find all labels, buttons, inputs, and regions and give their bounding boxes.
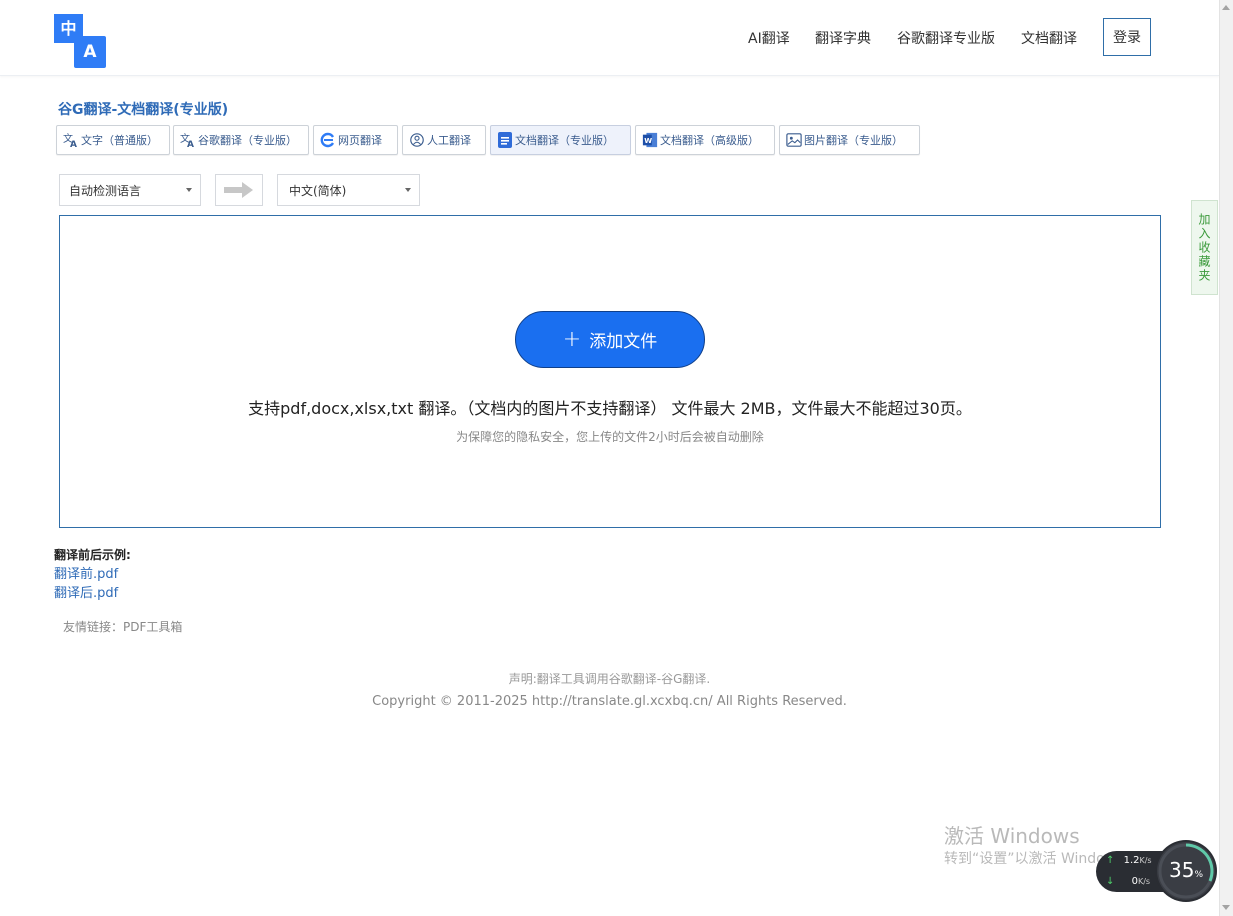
tab-label: 网页翻译 [338,134,382,147]
tab-label: 人工翻译 [427,134,471,147]
tab-doc-advanced[interactable]: W 文档翻译（高级版） [635,125,775,155]
document-icon [497,132,513,148]
translate-icon: 文A [180,132,196,148]
scroll-up-icon[interactable] [1222,5,1230,10]
svg-text:A: A [70,140,77,148]
footer-statement: 声明:翻译工具调用谷歌翻译-谷G翻译. [508,672,711,686]
footer-copyright: Copyright © 2011-2025 http://translate.g… [372,694,847,709]
source-language-select[interactable]: 自动检测语言 [59,174,201,206]
browser-icon [320,132,336,148]
add-to-favorites-tab[interactable]: 加入收藏夹 [1191,200,1218,295]
add-file-button[interactable]: + 添加文件 [515,311,705,368]
windows-activation-title: 激活 Windows [944,824,1080,848]
cpu-gauge-label: 35% [1157,858,1215,882]
translate-icon: 文A [63,132,79,148]
tab-label: 文字（普通版） [81,134,158,147]
cpu-percent-sign: % [1194,870,1203,880]
svg-text:A: A [187,140,194,148]
tab-doc-pro[interactable]: 文档翻译（专业版） [490,125,631,155]
tab-label: 谷歌翻译（专业版） [198,134,297,147]
caret-down-icon [405,188,411,192]
cpu-percent-value: 35 [1168,858,1195,882]
download-speed-unit: K/s [1137,877,1151,886]
login-button[interactable]: 登录 [1103,18,1151,56]
tab-web-translate[interactable]: 网页翻译 [313,125,398,155]
tab-google-pro[interactable]: 文A 谷歌翻译（专业版） [173,125,309,155]
plus-icon: + [562,326,582,352]
target-language-select[interactable]: 中文(简体) [277,174,420,206]
source-language-value: 自动检测语言 [69,183,142,198]
tab-human-translate[interactable]: 人工翻译 [402,125,486,155]
tab-label: 图片翻译（专业版） [804,134,903,147]
nav-ai-translate[interactable]: AI翻译 [748,28,790,48]
tab-image-pro[interactable]: 图片翻译（专业版） [779,125,920,155]
example-after-link[interactable]: 翻译后.pdf [54,582,118,601]
upload-speed-unit: K/s [1139,856,1152,865]
caret-down-icon [186,188,192,192]
page-title: 谷G翻译-文档翻译(专业版) [58,102,229,118]
swap-languages-button[interactable] [215,174,263,206]
upload-dropzone[interactable] [59,215,1161,528]
logo-a-glyph: A [74,36,106,68]
example-before-link[interactable]: 翻译前.pdf [54,563,118,582]
site-logo[interactable]: 中 A [54,14,107,68]
image-icon [786,132,802,148]
arrow-right-icon [224,182,253,198]
upload-speed: ↑ 1.2K/s [1106,855,1152,866]
word-icon: W [642,132,658,148]
vertical-scrollbar[interactable] [1219,0,1233,916]
scroll-down-icon[interactable] [1222,905,1230,910]
upload-arrow-icon: ↑ [1106,855,1115,866]
download-speed: ↓ 0K/s [1106,876,1150,887]
tab-label: 文档翻译（高级版） [660,134,759,147]
friend-links[interactable]: 友情链接：PDF工具箱 [63,618,182,635]
target-language-value: 中文(简体) [289,183,347,198]
tab-text-basic[interactable]: 文A 文字（普通版） [56,125,170,155]
nav-dictionary[interactable]: 翻译字典 [815,28,871,48]
privacy-notice: 为保障您的隐私安全，您上传的文件2小时后会被自动删除 [456,430,764,444]
human-icon [409,132,425,148]
favorites-label: 加入收藏夹 [1197,212,1211,283]
supported-formats-text: 支持pdf,docx,xlsx,txt 翻译。（文档内的图片不支持翻译） 文件最… [248,399,972,418]
add-file-label: 添加文件 [589,332,658,352]
upload-speed-value: 1.2 [1123,855,1140,866]
examples-title: 翻译前后示例: [54,548,131,562]
download-arrow-icon: ↓ [1106,876,1115,887]
nav-doc-translate[interactable]: 文档翻译 [1021,28,1077,48]
svg-text:W: W [644,136,652,145]
tab-label: 文档翻译（专业版） [515,134,614,147]
nav-google-pro[interactable]: 谷歌翻译专业版 [897,28,995,48]
